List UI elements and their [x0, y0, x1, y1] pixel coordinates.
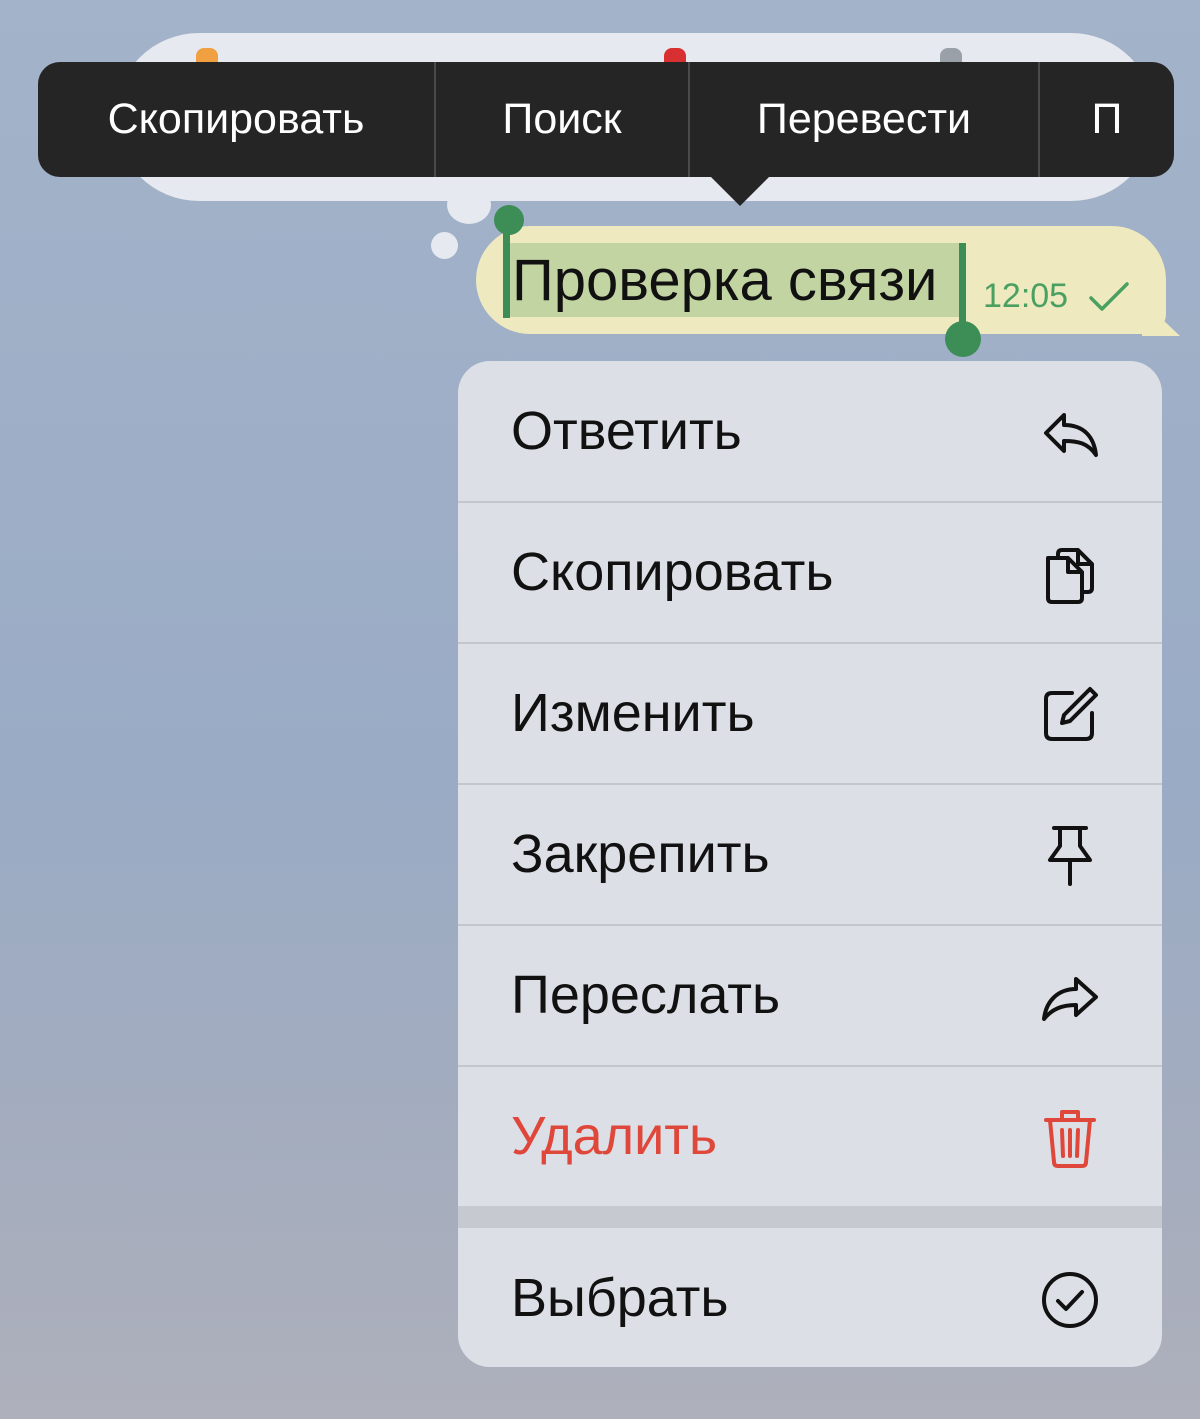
selection-handle-start-knob[interactable] — [494, 205, 524, 235]
edit-menu-more-button[interactable]: П — [1040, 62, 1174, 177]
menu-item-reply[interactable]: Ответить — [458, 361, 1162, 501]
edit-menu-search-button[interactable]: Поиск — [436, 62, 690, 177]
pin-icon — [1048, 826, 1092, 886]
edit-icon — [1044, 687, 1098, 741]
select-circle-check-icon — [1042, 1272, 1098, 1328]
edit-menu-pointer — [710, 176, 770, 206]
menu-item-label: Изменить — [511, 683, 755, 743]
check-icon — [1089, 282, 1129, 311]
message-time: 12:05 — [983, 277, 1069, 315]
menu-item-label: Удалить — [511, 1106, 718, 1166]
reaction-bar-tail — [447, 186, 491, 224]
edit-menu-translate-button[interactable]: Перевести — [690, 62, 1040, 177]
text-edit-menu: Скопировать Поиск Перевести П — [38, 62, 1174, 177]
selection-handle-end[interactable] — [959, 243, 966, 331]
message-text[interactable]: Проверка связи — [512, 244, 937, 318]
menu-section-gap — [458, 1206, 1162, 1228]
copy-icon — [1046, 548, 1094, 604]
reaction-bar-tail-dot — [431, 232, 458, 259]
menu-item-label: Скопировать — [511, 542, 834, 602]
menu-item-delete[interactable]: Удалить — [458, 1066, 1162, 1206]
menu-item-pin[interactable]: Закрепить — [458, 784, 1162, 924]
selection-handle-end-knob[interactable] — [945, 321, 981, 357]
selection-handle-start[interactable] — [503, 226, 510, 318]
reply-icon — [1044, 413, 1098, 457]
menu-item-label: Выбрать — [511, 1268, 729, 1328]
forward-icon — [1042, 977, 1098, 1021]
menu-item-forward[interactable]: Переслать — [458, 925, 1162, 1065]
edit-menu-copy-button[interactable]: Скопировать — [38, 62, 436, 177]
menu-item-label: Переслать — [511, 965, 781, 1025]
menu-item-copy[interactable]: Скопировать — [458, 502, 1162, 642]
menu-item-select[interactable]: Выбрать — [458, 1228, 1162, 1367]
menu-item-label: Ответить — [511, 401, 742, 461]
trash-icon — [1044, 1110, 1096, 1168]
menu-item-label: Закрепить — [511, 824, 770, 884]
menu-item-edit[interactable]: Изменить — [458, 643, 1162, 783]
message-context-menu: Ответить Скопировать Изменить Закрепить — [458, 361, 1162, 1367]
